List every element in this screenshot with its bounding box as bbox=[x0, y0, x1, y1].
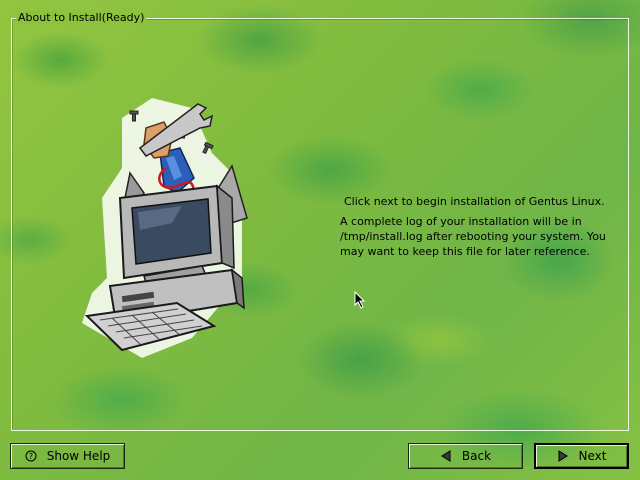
show-help-button[interactable]: ? Show Help bbox=[10, 443, 125, 469]
frame-title: About to Install(Ready) bbox=[16, 11, 147, 25]
install-log-note-text: A complete log of your installation will… bbox=[340, 215, 606, 258]
right-triangle-icon bbox=[557, 450, 569, 462]
show-help-label: Show Help bbox=[46, 449, 111, 463]
question-icon: ? bbox=[25, 450, 37, 462]
install-message: Click next to begin installation of Gent… bbox=[340, 194, 620, 259]
back-button[interactable]: Back bbox=[408, 443, 523, 469]
installer-screen: About to Install(Ready) Click next to be… bbox=[0, 0, 640, 480]
computer-with-wrench-illustration bbox=[82, 98, 248, 358]
svg-text:?: ? bbox=[29, 452, 33, 461]
left-triangle-icon bbox=[440, 450, 452, 462]
back-label: Back bbox=[461, 449, 492, 463]
mouse-pointer-icon bbox=[354, 291, 366, 309]
install-prompt-text: Click next to begin installation of Gent… bbox=[344, 195, 605, 208]
next-button[interactable]: Next bbox=[534, 443, 629, 469]
next-label: Next bbox=[578, 449, 607, 463]
